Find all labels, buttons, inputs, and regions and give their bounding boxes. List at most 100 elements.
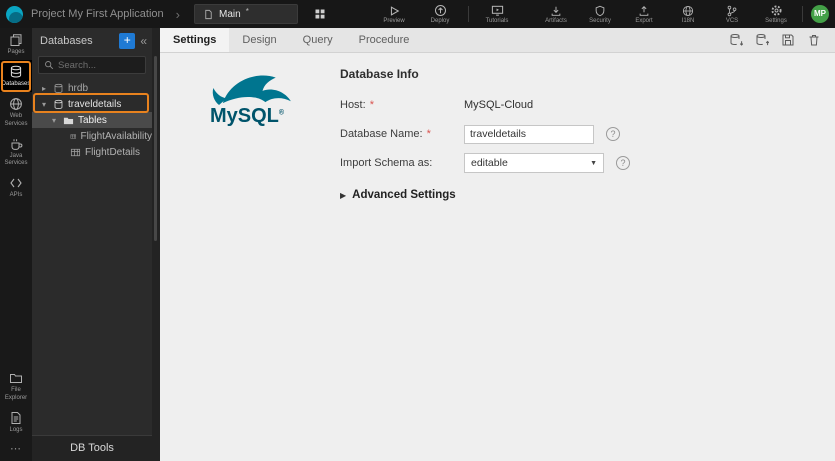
nav-sidebar: Pages Databases Web Services Java Servic… — [0, 28, 32, 461]
chevron-down-icon: ▼ — [590, 159, 597, 167]
globe-icon — [682, 5, 694, 16]
user-avatar[interactable]: MP — [811, 5, 829, 23]
artifacts-download-icon — [551, 6, 561, 16]
tree-node-hrdb[interactable]: ▸ hrdb — [32, 80, 152, 96]
mysql-dolphin-icon — [212, 75, 291, 106]
pages-icon — [10, 34, 22, 46]
sidebar-item-file-explorer[interactable]: File Explorer — [0, 366, 32, 405]
database-icon — [54, 83, 63, 93]
sidebar-item-logs[interactable]: Logs — [0, 406, 32, 438]
tree-node-traveldetails[interactable]: ▾ traveldetails — [32, 96, 152, 112]
pages-grid-button[interactable] — [314, 8, 326, 20]
topbar: Project My First Application › Main * Pr… — [0, 0, 835, 28]
mysql-brand-text: MySQL — [210, 105, 279, 127]
chevron-expanded-icon[interactable]: ▾ — [52, 116, 59, 125]
tree-node-label: FlightDetails — [85, 146, 141, 158]
export-upload-icon — [639, 5, 649, 16]
i18n-button[interactable]: I18N — [670, 0, 706, 28]
tree-node-label: FlightAvailability — [80, 130, 152, 142]
main-area: Settings Design Query Procedure MySQL® D… — [160, 28, 835, 461]
page-modified-mark: * — [245, 6, 249, 16]
tab-settings[interactable]: Settings — [160, 28, 230, 52]
save-icon[interactable] — [781, 33, 795, 47]
sidebar-item-apis[interactable]: APIs — [0, 171, 32, 203]
page-icon — [205, 9, 212, 19]
page-selector-value: Main — [219, 8, 241, 20]
settings-content: MySQL® Database Info Host: * MySQL-Cloud… — [160, 53, 835, 201]
play-icon — [390, 5, 400, 16]
panel-search — [38, 56, 146, 74]
export-database-icon[interactable] — [755, 33, 769, 47]
reimport-database-icon[interactable] — [729, 33, 743, 47]
panel-scroll-strip — [152, 28, 160, 461]
import-schema-value: editable — [471, 157, 508, 169]
more-options-icon[interactable]: ⋯ — [0, 438, 32, 461]
artifacts-button[interactable]: Artifacts — [538, 0, 574, 28]
search-icon — [45, 61, 54, 70]
settings-button[interactable]: Settings — [758, 0, 794, 28]
databases-panel: Databases + « ▸ hrdb ▾ traveldetails ▾ T… — [32, 28, 152, 461]
deploy-button[interactable]: Deploy — [422, 0, 458, 28]
section-title: Database Info — [340, 67, 419, 81]
sidebar-item-databases[interactable]: Databases — [0, 60, 32, 93]
branch-icon — [727, 5, 737, 16]
sidebar-item-pages[interactable]: Pages — [0, 28, 32, 60]
topbar-divider — [468, 6, 469, 22]
search-input[interactable] — [58, 59, 140, 71]
advanced-settings-toggle[interactable]: ▶ Advanced Settings — [340, 189, 630, 201]
chevron-expanded-icon[interactable]: ▾ — [42, 100, 49, 109]
required-mark: * — [369, 99, 375, 111]
tab-design[interactable]: Design — [229, 28, 289, 52]
help-icon[interactable]: ? — [606, 127, 620, 141]
database-name-input[interactable] — [464, 124, 594, 144]
code-brackets-icon — [10, 178, 22, 188]
tree-node-label: traveldetails — [68, 98, 122, 110]
tree-node-label: Tables — [78, 114, 107, 126]
preview-button[interactable]: Preview — [376, 0, 412, 28]
sidebar-item-java-services[interactable]: Java Services — [0, 132, 32, 171]
database-icon — [10, 65, 22, 78]
db-tools-button[interactable]: DB Tools — [32, 435, 152, 461]
tab-procedure[interactable]: Procedure — [346, 28, 423, 52]
sidebar-item-web-services[interactable]: Web Services — [0, 92, 32, 131]
import-schema-label: Import Schema as: — [340, 157, 433, 169]
app-logo-icon[interactable] — [6, 5, 23, 23]
app-window: Project My First Application › Main * Pr… — [0, 0, 835, 461]
page-selector[interactable]: Main * — [194, 4, 298, 24]
tutorials-button[interactable]: Tutorials — [479, 0, 515, 28]
tree-node-tables[interactable]: ▾ Tables — [32, 112, 152, 128]
project-title: Project My First Application — [31, 8, 164, 20]
database-info-form: Database Info Host: * MySQL-Cloud Databa… — [340, 65, 630, 201]
grid-icon — [315, 9, 325, 19]
add-database-button[interactable]: + — [119, 33, 136, 49]
field-row-database-name: Database Name: * ? — [340, 124, 630, 144]
field-row-host: Host: * MySQL-Cloud — [340, 95, 630, 115]
collapse-panel-icon[interactable]: « — [140, 34, 147, 48]
import-schema-select[interactable]: editable ▼ — [464, 153, 604, 173]
db-tabbar: Settings Design Query Procedure — [160, 28, 835, 53]
delete-icon[interactable] — [807, 33, 821, 47]
folder-icon — [63, 117, 74, 124]
chevron-collapsed-icon[interactable]: ▸ — [42, 84, 49, 93]
folder-icon — [10, 374, 22, 384]
advanced-settings-label: Advanced Settings — [352, 189, 456, 201]
database-icon — [54, 99, 63, 109]
export-button[interactable]: Export — [626, 0, 662, 28]
panel-scrollbar-thumb[interactable] — [154, 56, 157, 241]
tab-query[interactable]: Query — [290, 28, 346, 52]
tree-node-label: hrdb — [68, 82, 89, 94]
coffee-cup-icon — [11, 138, 23, 150]
host-value: MySQL-Cloud — [464, 99, 534, 111]
database-name-label: Database Name: — [340, 128, 423, 140]
vcs-button[interactable]: VCS — [714, 0, 750, 28]
security-button[interactable]: Security — [582, 0, 618, 28]
tree-node-flightdetails[interactable]: FlightDetails — [32, 144, 152, 160]
mysql-logo: MySQL® — [202, 65, 312, 201]
tree-node-flightavailability[interactable]: FlightAvailability — [32, 128, 152, 144]
help-icon[interactable]: ? — [616, 156, 630, 170]
registered-mark: ® — [278, 109, 285, 117]
gear-icon — [770, 5, 782, 16]
table-icon — [70, 148, 81, 156]
required-mark: * — [426, 128, 431, 140]
